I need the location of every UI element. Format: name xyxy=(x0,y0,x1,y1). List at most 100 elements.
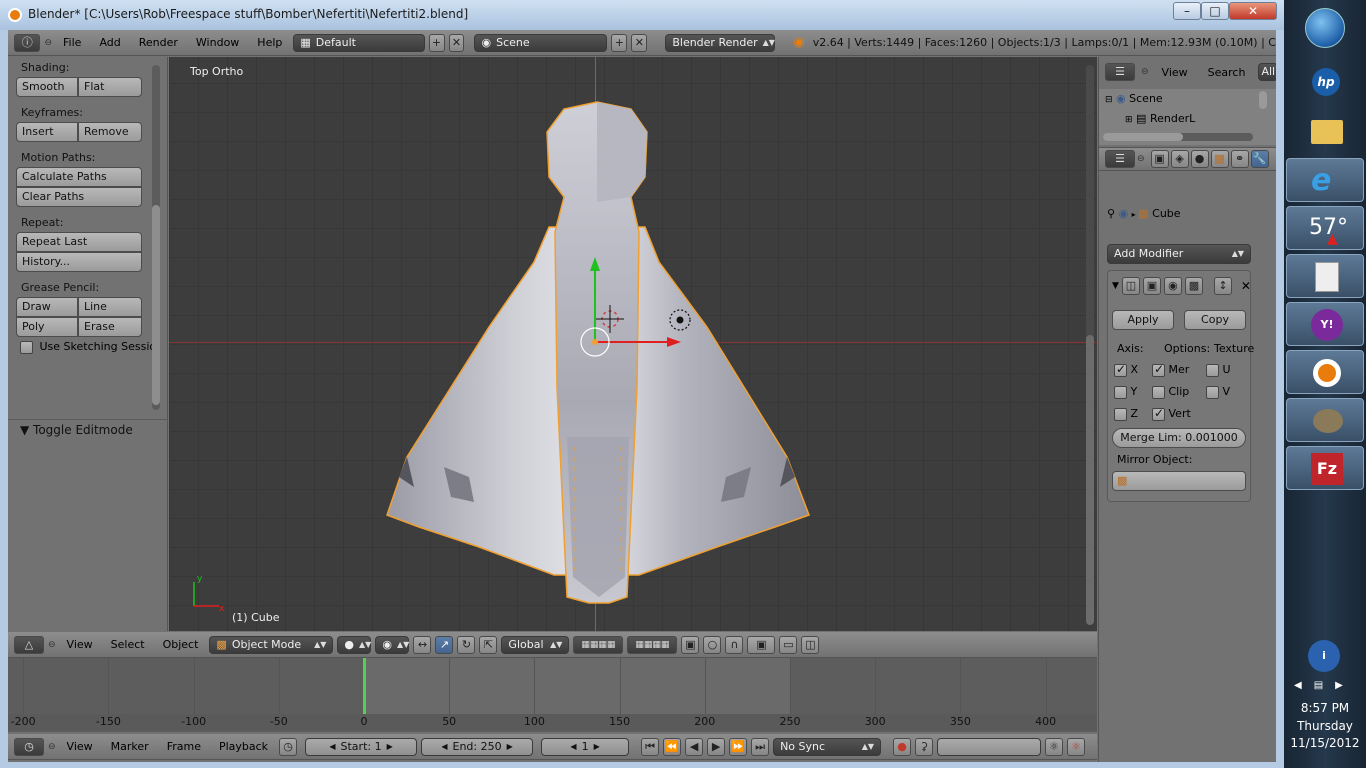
outliner-menu-search[interactable]: Search xyxy=(1201,66,1253,79)
clock-time[interactable]: 8:57 PM xyxy=(1284,701,1366,715)
poly-button[interactable]: Poly xyxy=(16,317,78,337)
menu-render[interactable]: Render xyxy=(132,36,185,49)
texture-v-toggle[interactable]: V xyxy=(1206,385,1230,399)
hp-icon[interactable]: hp xyxy=(1286,62,1364,106)
collapse-icon[interactable]: ⊖ xyxy=(48,742,56,752)
tray-icons[interactable]: ◀ ▤ ▶ xyxy=(1294,680,1343,691)
object-tab-icon[interactable]: ▩ xyxy=(1210,150,1229,168)
render-opengl-icon[interactable]: ▭ xyxy=(779,635,798,654)
repeat-last-button[interactable]: Repeat Last xyxy=(16,232,142,252)
editor-type-outliner-icon[interactable]: ☰ xyxy=(1105,63,1135,81)
play-reverse-icon[interactable]: ◀ xyxy=(685,737,704,756)
3d-viewport[interactable]: Top Ortho (1) Cube y x xyxy=(169,57,1097,631)
orientation-select[interactable]: Global ▲▼ xyxy=(501,635,570,654)
menu-help[interactable]: Help xyxy=(250,36,289,49)
collapse-icon[interactable]: ⊖ xyxy=(1137,154,1145,164)
apply-modifier-button[interactable]: Apply xyxy=(1112,310,1174,330)
weather-gadget[interactable]: 57° ▲ xyxy=(1286,206,1364,250)
clear-paths-button[interactable]: Clear Paths xyxy=(16,187,142,207)
collapse-icon[interactable]: ⊖ xyxy=(48,640,56,650)
blender-taskbar-icon[interactable] xyxy=(1286,350,1364,394)
editor-type-properties-icon[interactable]: ☰ xyxy=(1105,150,1135,168)
insert-keyframe-button[interactable]: Insert xyxy=(16,122,78,142)
axis-y-toggle[interactable]: Y xyxy=(1114,385,1137,399)
flat-button[interactable]: Flat xyxy=(78,77,142,97)
scene-select[interactable]: ◉ Scene xyxy=(474,33,608,52)
minimize-button[interactable]: – xyxy=(1173,2,1201,20)
jump-end-icon[interactable]: ⏭ xyxy=(751,737,770,756)
editor-type-info-icon[interactable]: ⓘ xyxy=(14,33,41,52)
texture-u-toggle[interactable]: U xyxy=(1206,363,1231,377)
scene-tab-icon[interactable]: ◈ xyxy=(1170,150,1189,168)
collapse-icon[interactable]: ⊖ xyxy=(44,38,52,48)
sketching-checkbox[interactable] xyxy=(20,340,33,354)
move-modifier-icon[interactable]: ↕ xyxy=(1213,277,1232,295)
end-frame-field[interactable]: ◀ End: 250 ▶ xyxy=(421,737,534,756)
menu-object[interactable]: Object xyxy=(156,638,206,651)
pin-icon[interactable]: ⚲ xyxy=(1107,207,1115,220)
outliner-item-scene[interactable]: ⊟ ◉ Scene xyxy=(1105,92,1163,105)
viewport-visibility-icon[interactable]: ◉ xyxy=(1163,277,1182,295)
render-engine-select[interactable]: Blender Render ▲▼ xyxy=(665,33,776,52)
current-frame-field[interactable]: ◀ 1 ▶ xyxy=(541,737,630,756)
remove-keyframe-button[interactable]: Remove xyxy=(78,122,142,142)
action-center-icon[interactable]: i xyxy=(1308,640,1340,672)
collapse-modifier-icon[interactable]: ▼ xyxy=(1112,281,1119,291)
keying-set-icon[interactable]: ⚳ xyxy=(915,737,934,756)
close-button[interactable]: ✕ xyxy=(1229,2,1277,20)
remove-modifier-icon[interactable]: ✕ xyxy=(1241,279,1251,293)
menu-window[interactable]: Window xyxy=(189,36,246,49)
add-modifier-select[interactable]: Add Modifier ▲▼ xyxy=(1107,244,1251,264)
history-button[interactable]: History... xyxy=(16,252,142,272)
pivot-select[interactable]: ◉ ▲▼ xyxy=(375,635,410,654)
gimp-icon[interactable] xyxy=(1286,398,1364,442)
timeline-area[interactable]: -200 -150 -100 -50 0 50 100 150 200 250 300 350 400 xyxy=(8,658,1097,732)
render-visibility-icon[interactable]: ▣ xyxy=(1142,277,1161,295)
menu-marker[interactable]: Marker xyxy=(104,740,156,753)
viewport-scrollbar[interactable] xyxy=(1086,65,1094,625)
menu-view[interactable]: View xyxy=(60,740,100,753)
mode-select[interactable]: ▩ Object Mode ▲▼ xyxy=(209,635,334,654)
editor-type-timeline-icon[interactable]: ◷ xyxy=(14,737,44,756)
copy-modifier-button[interactable]: Copy xyxy=(1184,310,1246,330)
clock-day[interactable]: Thursday xyxy=(1284,719,1366,733)
expand-icon[interactable]: ⊞ xyxy=(1125,115,1133,125)
start-frame-field[interactable]: ◀ Start: 1 ▶ xyxy=(305,737,418,756)
remove-scene-button[interactable]: ✕ xyxy=(631,33,648,52)
rotate-icon[interactable]: ↻ xyxy=(457,635,476,654)
outliner-hscrollbar[interactable] xyxy=(1103,133,1253,141)
erase-button[interactable]: Erase xyxy=(78,317,142,337)
remove-screen-button[interactable]: ✕ xyxy=(448,33,465,52)
world-tab-icon[interactable]: ● xyxy=(1190,150,1209,168)
merge-toggle[interactable]: Mer xyxy=(1152,362,1189,377)
snap-element-icon[interactable]: ▣ xyxy=(747,635,776,654)
menu-select[interactable]: Select xyxy=(104,638,152,651)
manipulator-toggle-icon[interactable]: ↔ xyxy=(413,635,432,654)
folder-icon[interactable] xyxy=(1286,110,1364,154)
filezilla-icon[interactable]: Fz xyxy=(1286,446,1364,490)
transform-manipulator-icon[interactable] xyxy=(169,57,1097,631)
yahoo-messenger-icon[interactable]: Y! xyxy=(1286,302,1364,346)
editor-type-3d-icon[interactable]: △ xyxy=(14,635,44,654)
line-button[interactable]: Line xyxy=(78,297,142,317)
add-screen-button[interactable]: + xyxy=(428,33,445,52)
menu-playback[interactable]: Playback xyxy=(212,740,275,753)
clock-date[interactable]: 11/15/2012 xyxy=(1284,736,1366,750)
menu-file[interactable]: File xyxy=(56,36,88,49)
layers-grid-2-icon[interactable]: ▦▦▦▦ xyxy=(627,635,678,654)
axis-x-toggle[interactable]: X xyxy=(1114,362,1138,377)
snap-toggle-icon[interactable]: ∩ xyxy=(725,635,744,654)
viewport-shading-select[interactable]: ● ▲▼ xyxy=(337,635,372,654)
toggle-editmode-panel[interactable]: ▼ Toggle Editmode xyxy=(20,423,133,437)
notepad-icon[interactable] xyxy=(1286,254,1364,298)
outliner-item-renderlayers[interactable]: ⊞ ▤ RenderL xyxy=(1125,112,1195,125)
outliner-filter-select[interactable]: All xyxy=(1258,63,1276,81)
menu-add[interactable]: Add xyxy=(92,36,127,49)
constraints-tab-icon[interactable]: ⚭ xyxy=(1230,150,1249,168)
draw-button[interactable]: Draw xyxy=(16,297,78,317)
collapse-icon[interactable]: ⊖ xyxy=(1141,67,1149,77)
axis-z-toggle[interactable]: Z xyxy=(1114,407,1138,421)
calculate-paths-button[interactable]: Calculate Paths xyxy=(16,167,142,187)
merge-limit-field[interactable]: Merge Lim: 0.001000 xyxy=(1112,428,1246,448)
maximize-button[interactable]: □ xyxy=(1201,2,1229,20)
